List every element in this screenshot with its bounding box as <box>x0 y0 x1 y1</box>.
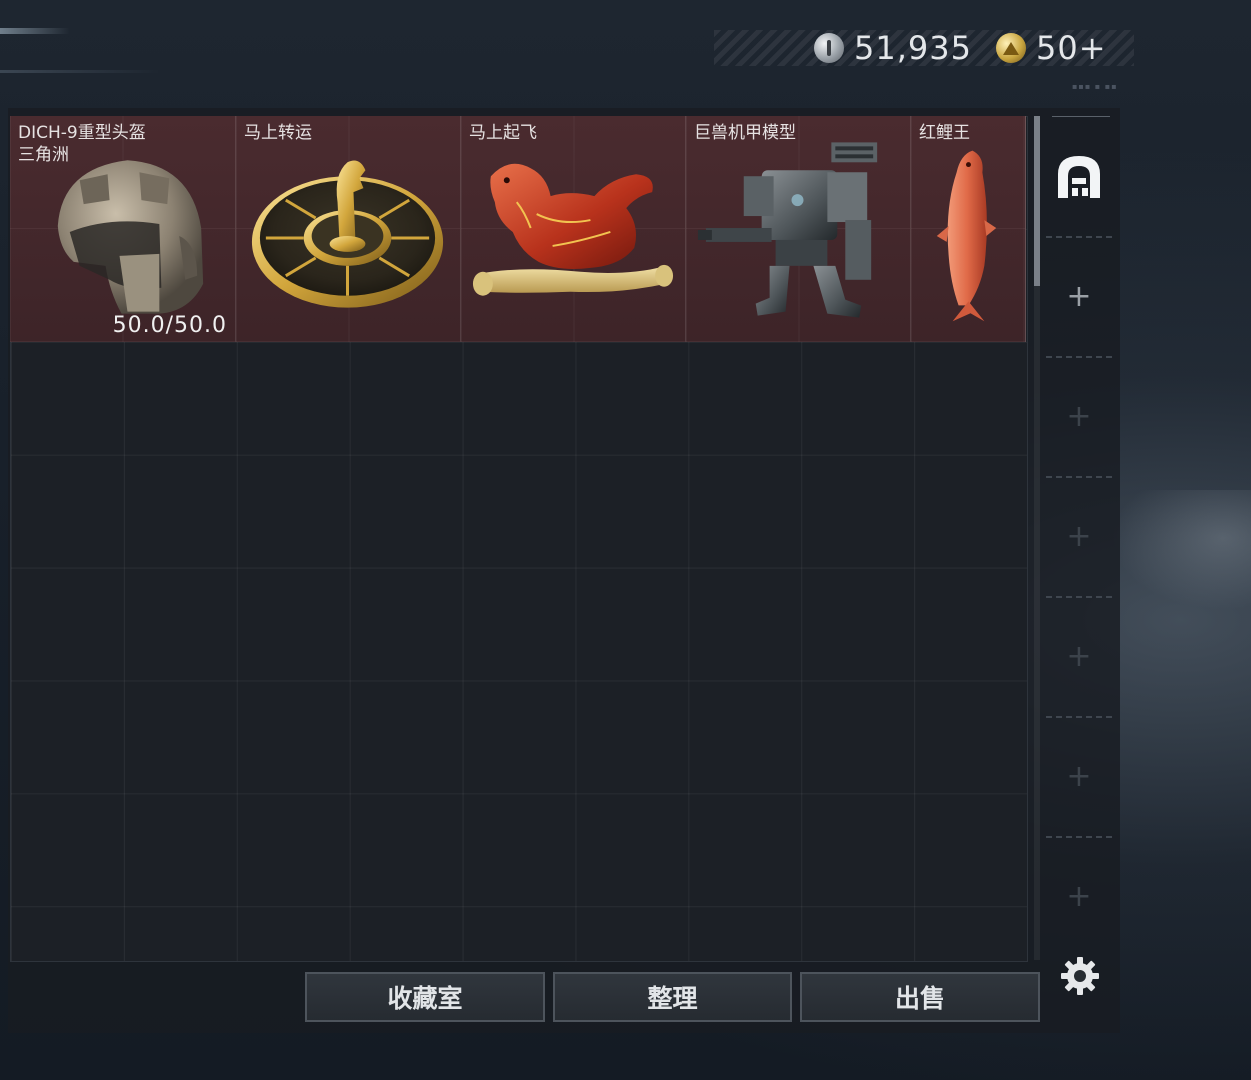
red-carp-icon <box>936 150 997 322</box>
mech-icon <box>697 142 878 318</box>
gold-currency[interactable]: 50+ <box>996 29 1107 67</box>
background-floor <box>1111 490 1251 610</box>
divider <box>1052 116 1110 117</box>
item-name: 红鲤王 <box>919 123 970 143</box>
gold-coin-icon <box>996 33 1026 63</box>
background-light-streak <box>0 70 160 73</box>
item-name-text: DICH-9重型头盔 <box>18 123 146 143</box>
add-icon[interactable]: + <box>1046 522 1112 552</box>
divider <box>1046 836 1112 838</box>
container-slot[interactable]: + <box>1046 836 1112 956</box>
background-light-streak <box>0 28 70 34</box>
item-name: 马上转运 <box>244 123 312 143</box>
container-slot[interactable]: + <box>1046 716 1112 836</box>
item-name: 马上起飞 <box>469 123 537 143</box>
gold-wheel-horse-icon <box>251 160 444 308</box>
add-icon[interactable]: + <box>1046 282 1112 312</box>
silver-amount: 51,935 <box>854 29 972 67</box>
gear-icon[interactable] <box>1058 954 1102 998</box>
item-row: DICH-9重型头盔 三角洲 50.0/50.0 马上转运 马上起飞 巨兽机甲模… <box>10 116 1026 342</box>
container-slot[interactable]: + <box>1046 236 1112 356</box>
tiny-label: ▪▪▪ ▪ ▪▪ <box>1072 82 1118 91</box>
item-slot-helmet[interactable]: DICH-9重型头盔 三角洲 50.0/50.0 <box>10 116 236 342</box>
collection-room-button[interactable]: 收藏室 <box>305 972 545 1022</box>
add-icon[interactable]: + <box>1046 882 1112 912</box>
divider <box>1046 236 1112 238</box>
item-slot-flying-horse[interactable]: 马上起飞 <box>461 116 686 342</box>
divider <box>1046 476 1112 478</box>
divider <box>1046 716 1112 718</box>
add-icon[interactable]: + <box>1046 402 1112 432</box>
scrollbar-thumb[interactable] <box>1034 116 1040 286</box>
item-name: DICH-9重型头盔 三角洲 <box>18 122 146 166</box>
divider <box>1046 356 1112 358</box>
item-subtitle: 三角洲 <box>18 145 69 165</box>
add-icon[interactable]: + <box>1046 762 1112 792</box>
item-slot-fortune-wheel[interactable]: 马上转运 <box>236 116 461 342</box>
gold-amount: 50+ <box>1036 29 1107 67</box>
silver-coin-icon <box>814 33 844 63</box>
red-horse-icon <box>472 163 674 296</box>
add-icon[interactable]: + <box>1046 642 1112 672</box>
inventory-scrollbar[interactable] <box>1034 116 1040 960</box>
container-sidebar: + + + + + + <box>1046 116 1112 960</box>
item-durability: 50.0/50.0 <box>112 313 227 338</box>
item-slot-red-carp[interactable]: 红鲤王 <box>911 116 1026 342</box>
container-slot[interactable]: + <box>1046 356 1112 476</box>
item-name: 巨兽机甲模型 <box>694 123 796 143</box>
item-slot-mech-model[interactable]: 巨兽机甲模型 <box>686 116 911 342</box>
container-slot[interactable]: + <box>1046 596 1112 716</box>
sell-button[interactable]: 出售 <box>800 972 1040 1022</box>
backpack-icon[interactable] <box>1054 152 1104 202</box>
currency-bar: 51,935 50+ <box>714 29 1134 67</box>
divider <box>1046 596 1112 598</box>
sort-button[interactable]: 整理 <box>553 972 792 1022</box>
silver-currency: 51,935 <box>814 29 972 67</box>
container-slot[interactable]: + <box>1046 476 1112 596</box>
